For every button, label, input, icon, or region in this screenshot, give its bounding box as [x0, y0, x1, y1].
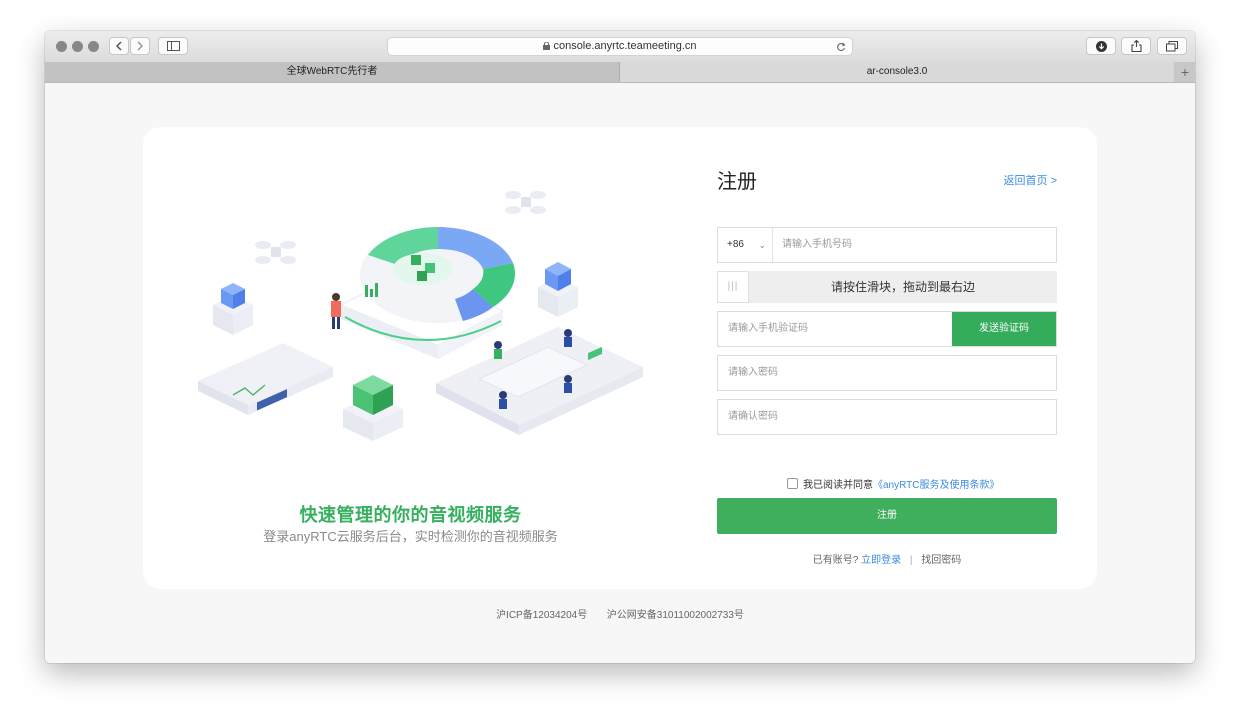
- phone-field[interactable]: +86 ⌄ 请输入手机号码: [717, 227, 1057, 263]
- url-text: console.anyrtc.teameeting.cn: [553, 40, 697, 52]
- icp-link[interactable]: 沪ICP备12034204号: [496, 610, 587, 621]
- sidebar-icon: [166, 41, 180, 51]
- close-window-button[interactable]: [56, 41, 67, 52]
- lock-icon: [543, 41, 551, 50]
- back-button[interactable]: [109, 37, 129, 55]
- chevron-left-icon: [115, 41, 122, 51]
- illustration-subline: 登录anyRTC云服务后台，实时检测你的音视频服务: [263, 529, 558, 544]
- police-record-link[interactable]: 沪公网安备31011002002733号: [607, 610, 744, 621]
- tab-bar: 全球WebRTC先行者 ar-console3.0 +: [45, 62, 1195, 83]
- tab-label: 全球WebRTC先行者: [286, 66, 378, 77]
- confirm-password-input[interactable]: 请确认密码: [728, 400, 778, 434]
- address-bar[interactable]: console.anyrtc.teameeting.cn: [387, 37, 853, 56]
- country-code-select[interactable]: +86 ⌄: [718, 228, 773, 262]
- zoom-window-button[interactable]: [88, 41, 99, 52]
- new-tab-button[interactable]: +: [1175, 62, 1195, 82]
- download-icon: [1095, 40, 1107, 52]
- tab-label: ar-console3.0: [866, 66, 928, 77]
- tab-ar-console[interactable]: ar-console3.0: [620, 62, 1174, 82]
- sidebar-toggle-button[interactable]: [158, 37, 188, 55]
- isometric-illustration: [198, 191, 643, 441]
- slider-handle[interactable]: |||: [717, 271, 749, 303]
- tabs-overview-button[interactable]: [1157, 37, 1187, 55]
- agreement-text: 我已阅读并同意: [803, 480, 873, 491]
- login-link[interactable]: 立即登录: [861, 555, 901, 566]
- forward-button[interactable]: [130, 37, 150, 55]
- browser-toolbar: console.anyrtc.teameeting.cn: [45, 31, 1195, 63]
- sms-code-field[interactable]: 请输入手机验证码 发送验证码: [717, 311, 1057, 347]
- share-button[interactable]: [1121, 37, 1151, 55]
- footer: 沪ICP备12034204号 沪公网安备31011002002733号: [45, 606, 1195, 621]
- tab-webrtc[interactable]: 全球WebRTC先行者: [45, 62, 620, 82]
- chevron-right-icon: [137, 41, 144, 51]
- downloads-button[interactable]: [1086, 37, 1116, 55]
- phone-input[interactable]: 请输入手机号码: [782, 228, 852, 262]
- agreement-row: 我已阅读并同意 《anyRTC服务及使用条款》: [787, 476, 1000, 491]
- slider-instruction: 请按住滑块，拖动到最右边: [830, 280, 975, 294]
- password-input[interactable]: 请输入密码: [728, 356, 778, 390]
- illustration-headline: 快速管理的你的音视频服务: [299, 505, 522, 525]
- agreement-checkbox[interactable]: [787, 478, 798, 489]
- have-account-text: 已有账号?: [812, 555, 859, 566]
- browser-window: console.anyrtc.teameeting.cn 全球WebRTC先行者…: [45, 31, 1195, 663]
- register-button[interactable]: 注册: [717, 498, 1057, 534]
- bottom-links: 已有账号? 立即登录 | 找回密码: [717, 551, 1057, 566]
- sms-code-input[interactable]: 请输入手机验证码: [728, 312, 808, 346]
- links-divider: |: [909, 555, 913, 566]
- reload-icon[interactable]: [836, 42, 846, 52]
- back-home-link[interactable]: 返回首页 >: [1004, 172, 1057, 188]
- find-password-link[interactable]: 找回密码: [921, 555, 961, 566]
- tabs-icon: [1166, 40, 1178, 51]
- share-icon: [1130, 40, 1142, 52]
- terms-link[interactable]: 《anyRTC服务及使用条款》: [873, 476, 1000, 491]
- form-title: 注册: [717, 171, 757, 193]
- confirm-password-field[interactable]: 请确认密码: [717, 399, 1057, 435]
- country-code-value: +86: [727, 239, 744, 250]
- chevron-down-icon: ⌄: [758, 240, 766, 250]
- register-form: 注册 返回首页 > +86 ⌄ 请输入手机号码 ||| 请按住滑块，拖动到最右边…: [717, 127, 1057, 589]
- send-code-button[interactable]: 发送验证码: [952, 312, 1056, 346]
- register-card: 快速管理的你的音视频服务 登录anyRTC云服务后台，实时检测你的音视频服务 注…: [143, 127, 1097, 589]
- page-content: 快速管理的你的音视频服务 登录anyRTC云服务后台，实时检测你的音视频服务 注…: [45, 83, 1195, 663]
- minimize-window-button[interactable]: [72, 41, 83, 52]
- password-field[interactable]: 请输入密码: [717, 355, 1057, 391]
- slide-verification[interactable]: ||| 请按住滑块，拖动到最右边: [717, 271, 1057, 303]
